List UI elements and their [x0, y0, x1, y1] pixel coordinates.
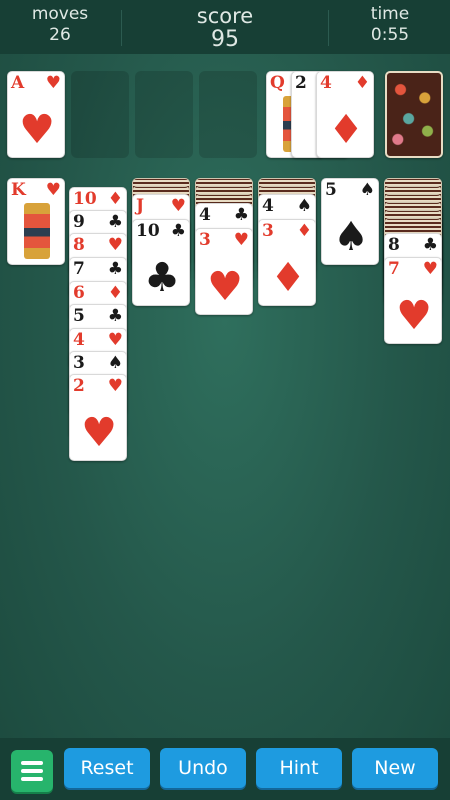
club-suit-icon: ♣ — [107, 306, 123, 326]
foundation-slot-empty[interactable] — [199, 71, 257, 158]
card-rank: Q — [270, 73, 285, 93]
action-bar: Reset Undo Hint New — [0, 738, 450, 800]
waste-card-four-diamonds[interactable]: 4 ♦ ♦ — [316, 71, 374, 158]
tableau-card-king-hearts[interactable]: K ♥ — [7, 178, 65, 265]
reset-button[interactable]: Reset — [64, 748, 150, 788]
card-rank: 5 — [325, 180, 337, 200]
club-suit-icon: ♣ — [233, 205, 249, 225]
score-value: 95 — [211, 27, 239, 52]
moves-value: 26 — [49, 25, 71, 45]
card-rank: A — [11, 73, 25, 93]
tableau-card[interactable]: 3 ♦ ♦ — [258, 219, 316, 306]
card-rank: 2 — [73, 376, 85, 396]
card-rank: 8 — [388, 235, 400, 255]
moves-counter: moves 26 — [20, 4, 100, 46]
card-rank: 8 — [73, 235, 85, 255]
heart-suit-icon: ♥ — [81, 410, 117, 456]
foundation-card-ace-hearts[interactable]: A ♥ ♥ — [7, 71, 65, 158]
diamond-suit-icon: ♦ — [107, 189, 123, 209]
heart-suit-icon: ♥ — [422, 259, 438, 279]
diamond-suit-icon: ♦ — [296, 221, 312, 241]
card-rank: 3 — [262, 221, 274, 241]
heart-suit-icon: ♥ — [19, 107, 55, 153]
heart-suit-icon: ♥ — [107, 330, 123, 350]
spade-suit-icon: ♠ — [296, 196, 312, 216]
club-suit-icon: ♣ — [170, 221, 186, 241]
club-suit-icon: ♣ — [422, 235, 438, 255]
card-rank: 5 — [73, 306, 85, 326]
heart-suit-icon: ♥ — [45, 73, 61, 93]
hamburger-icon — [21, 761, 43, 765]
diamond-suit-icon: ♦ — [354, 73, 370, 93]
heart-suit-icon: ♥ — [233, 230, 249, 250]
moves-label: moves — [31, 4, 89, 24]
time-label: time — [370, 4, 410, 24]
card-rank: 4 — [73, 330, 85, 350]
hamburger-icon — [21, 777, 43, 781]
heart-suit-icon: ♥ — [107, 235, 123, 255]
card-rank: 9 — [73, 212, 85, 232]
heart-suit-icon: ♥ — [170, 196, 186, 216]
card-rank: 7 — [73, 259, 85, 279]
card-rank: 4 — [320, 73, 332, 93]
diamond-suit-icon: ♦ — [328, 107, 364, 153]
card-rank: 10 — [73, 189, 97, 209]
hamburger-icon — [21, 769, 43, 773]
heart-suit-icon: ♥ — [45, 180, 61, 200]
club-suit-icon: ♣ — [107, 259, 123, 279]
undo-button[interactable]: Undo — [160, 748, 246, 788]
time-value: 0:55 — [370, 25, 410, 45]
score-label: score — [196, 4, 254, 28]
club-suit-icon: ♣ — [107, 212, 123, 232]
club-suit-icon: ♣ — [144, 255, 180, 301]
card-rank: 3 — [73, 353, 85, 373]
diamond-suit-icon: ♦ — [270, 255, 306, 301]
foundation-slot-empty[interactable] — [71, 71, 129, 158]
card-rank: K — [11, 180, 26, 200]
header-divider — [328, 10, 329, 46]
heart-suit-icon: ♥ — [107, 376, 123, 396]
card-rank: 3 — [199, 230, 211, 250]
card-rank: 4 — [262, 196, 274, 216]
stock-pile[interactable] — [385, 71, 443, 158]
card-rank: J — [136, 196, 145, 216]
card-rank: 7 — [388, 259, 400, 279]
time-counter: time 0:55 — [350, 4, 430, 46]
score-header: moves 26 score 95 time 0:55 — [0, 0, 450, 54]
card-rank: 6 — [73, 283, 85, 303]
heart-suit-icon: ♥ — [207, 264, 243, 310]
spade-suit-icon: ♠ — [333, 214, 369, 260]
tableau-card[interactable]: 2 ♥ ♥ — [69, 374, 127, 461]
card-rank: 2 — [295, 73, 307, 93]
hint-button[interactable]: Hint — [256, 748, 342, 788]
card-rank: 10 — [136, 221, 160, 241]
tableau-card[interactable]: 10 ♣ ♣ — [132, 219, 190, 306]
new-game-button[interactable]: New — [352, 748, 438, 788]
tableau-card[interactable]: 7 ♥ ♥ — [384, 257, 442, 344]
king-face-icon — [24, 203, 50, 259]
tableau-card[interactable]: 3 ♥ ♥ — [195, 228, 253, 315]
spade-suit-icon: ♠ — [107, 353, 123, 373]
menu-button[interactable] — [11, 750, 53, 792]
spade-suit-icon: ♠ — [359, 180, 375, 200]
foundation-slot-empty[interactable] — [135, 71, 193, 158]
diamond-suit-icon: ♦ — [107, 283, 123, 303]
score-counter: score 95 — [185, 4, 265, 52]
header-divider — [121, 10, 122, 46]
tableau-card[interactable]: 5 ♠ ♠ — [321, 178, 379, 265]
heart-suit-icon: ♥ — [396, 293, 432, 339]
card-rank: 4 — [199, 205, 211, 225]
